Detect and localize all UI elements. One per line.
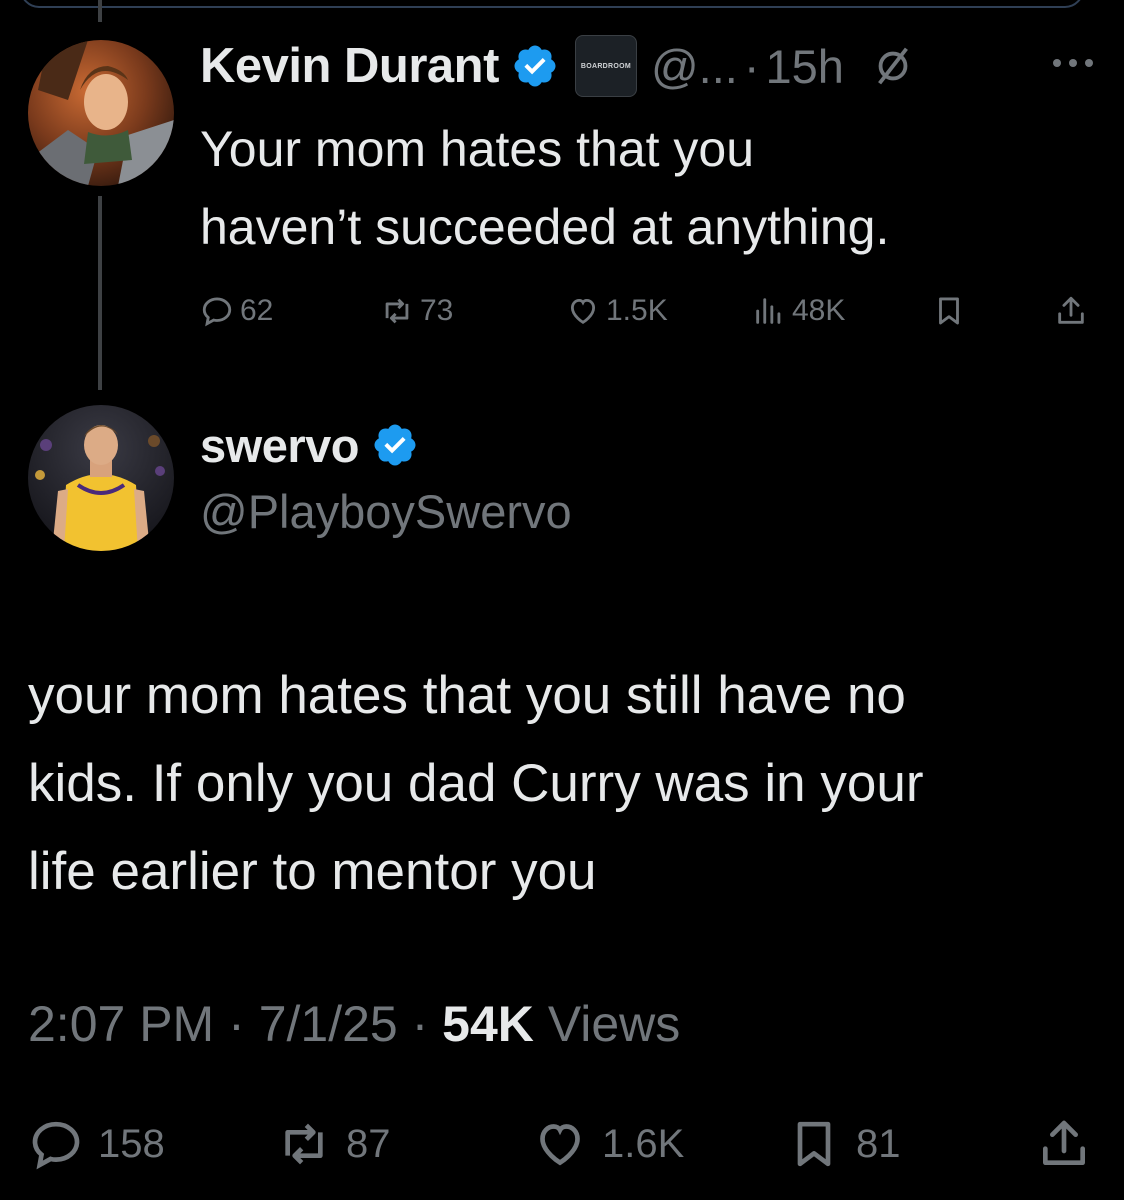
views-icon [756,298,781,324]
share-icon [1058,296,1084,324]
repost-icon [385,298,409,324]
tweet-text-line: Your mom hates that you [200,121,755,177]
repost-icon [285,1123,323,1165]
bookmark-button[interactable] [932,294,972,328]
like-count: 1.6K [602,1121,685,1166]
separator: · [411,996,429,1052]
parent-tweet-header: Kevin Durant BOARDROOM @... · 15h [200,34,916,98]
tweet-text-line: life earlier to mentor you [28,842,597,901]
tweet-text-line: haven’t succeeded at anything. [200,199,890,255]
handle[interactable]: @PlayboySwervo [200,484,572,539]
reply-icon [202,297,232,327]
previous-tweet-frame [20,0,1084,8]
display-name[interactable]: swervo [200,418,359,473]
like-button[interactable]: 1.6K [532,1116,684,1172]
reply-tweet-header: swervo [200,414,419,476]
avatar-kevin-durant[interactable] [28,40,174,186]
more-icon[interactable] [1050,52,1096,74]
share-icon [1043,1120,1085,1165]
separator: · [743,39,760,93]
verified-icon [514,45,556,87]
like-count: 1.5K [606,294,668,327]
views-count: 54K [442,996,534,1052]
like-button[interactable]: 1.5K [566,294,668,328]
bookmark-count: 81 [856,1121,901,1166]
bookmark-button[interactable]: 81 [786,1116,901,1172]
share-button[interactable] [1054,294,1094,328]
reply-tweet-text: your mom hates that you still have no ki… [28,652,1108,916]
thread-line-top [98,0,102,22]
repost-button[interactable]: 73 [380,294,453,328]
grok-icon[interactable] [870,43,916,89]
display-name[interactable]: Kevin Durant [200,38,499,94]
views-label: Views [547,996,681,1052]
reply-button[interactable]: 62 [200,294,273,328]
share-button[interactable] [1036,1116,1106,1172]
tweet-text-line: kids. If only you dad Curry was in your [28,754,924,813]
handle[interactable]: @... [651,39,738,94]
tweet-date[interactable]: 7/1/25 [259,996,398,1052]
tweet-meta: 2:07 PM · 7/1/25 · 54K Views [28,995,680,1053]
tweet-text-line: your mom hates that you still have no [28,666,906,725]
reply-button[interactable]: 158 [28,1116,165,1172]
reply-count: 62 [240,294,274,327]
bookmark-icon [939,297,959,325]
repost-button[interactable]: 87 [276,1116,391,1172]
like-icon [540,1124,580,1166]
bookmark-icon [797,1121,831,1167]
reply-icon [32,1121,80,1170]
verified-icon [374,424,416,466]
thread-line [98,196,102,390]
parent-tweet-text: Your mom hates that you haven’t succeede… [200,110,1100,266]
timestamp[interactable]: 15h [765,39,843,94]
reply-count: 158 [98,1121,165,1166]
views-count: 48K [792,294,846,327]
tweet-time[interactable]: 2:07 PM [28,996,214,1052]
like-icon [570,298,596,324]
repost-count: 87 [346,1121,391,1166]
views-button[interactable]: 48K [752,294,845,328]
separator: · [228,996,245,1052]
org-badge[interactable]: BOARDROOM [574,35,637,97]
repost-count: 73 [420,294,454,327]
avatar-swervo[interactable] [28,405,174,551]
